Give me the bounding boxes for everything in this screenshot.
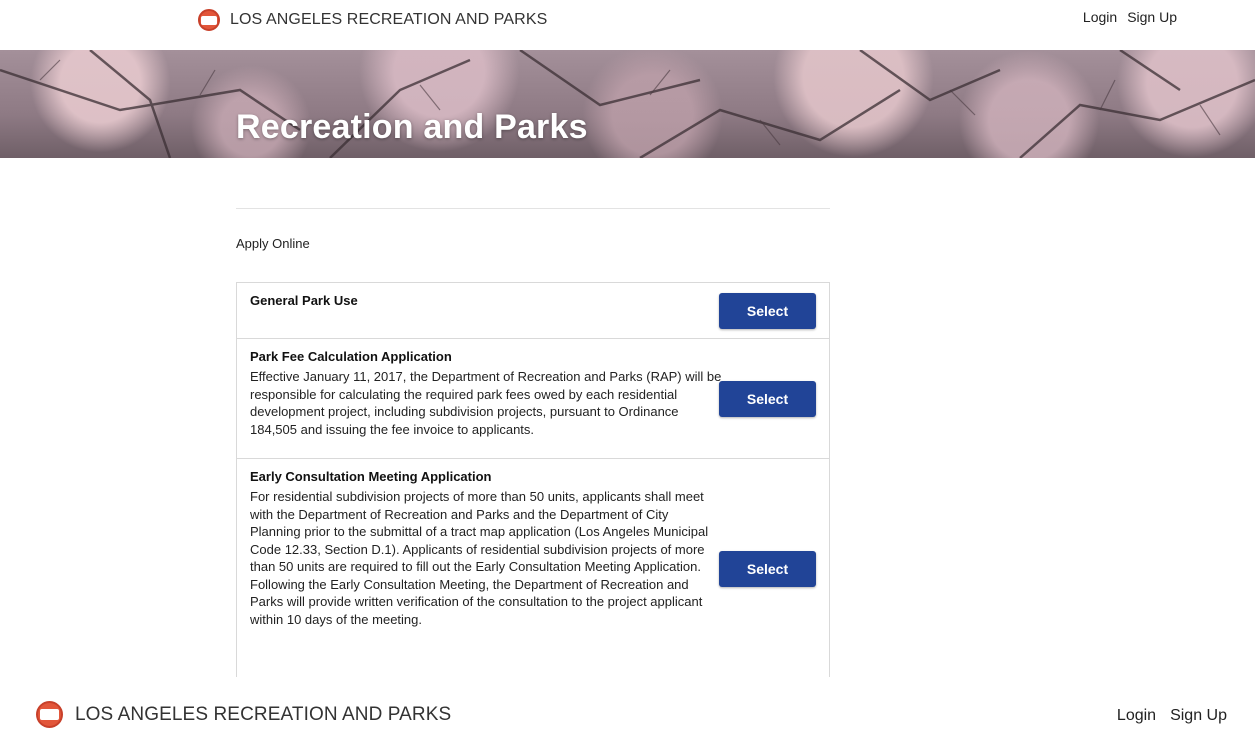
hero-banner: Recreation and Parks [0,50,1255,158]
login-link[interactable]: Login [1083,9,1117,25]
item-title: Park Fee Calculation Application [250,349,452,364]
footer-brand[interactable]: LOS ANGELES RECREATION AND PARKS [36,701,451,728]
content-divider [236,208,830,209]
footer-brand-name: LOS ANGELES RECREATION AND PARKS [75,703,452,725]
application-list: General Park Use Select Park Fee Calcula… [236,282,830,677]
footer-auth-links: Login Sign Up [1117,707,1227,725]
item-description: Effective January 11, 2017, the Departme… [250,369,722,437]
signup-link[interactable]: Sign Up [1127,9,1177,25]
header-auth-links: Login Sign Up [1083,9,1177,25]
footer-signup-link[interactable]: Sign Up [1170,707,1227,725]
list-item-general-park-use: General Park Use Select [237,283,829,339]
select-button-early-consultation[interactable]: Select [719,551,816,587]
page-title: Recreation and Parks [236,108,588,146]
select-button-park-fee-calculation[interactable]: Select [719,381,816,417]
cherry-blossom-branches-icon [0,50,1255,158]
list-item-early-consultation: Early Consultation Meeting Application F… [237,459,829,677]
bottom-header: LOS ANGELES RECREATION AND PARKS Login S… [0,690,1255,750]
item-description: For residential subdivision projects of … [250,489,709,627]
item-title: Early Consultation Meeting Application [250,469,492,484]
header-brand[interactable]: LOS ANGELES RECREATION AND PARKS [198,9,547,31]
rec-parks-logo-icon [198,9,220,31]
apply-online-label: Apply Online [236,236,310,251]
footer-login-link[interactable]: Login [1117,707,1156,725]
select-button-general-park-use[interactable]: Select [719,293,816,329]
list-item-park-fee-calculation: Park Fee Calculation Application Effecti… [237,339,829,459]
top-header: LOS ANGELES RECREATION AND PARKS Login S… [0,0,1255,42]
rec-parks-logo-icon [36,701,63,728]
header-brand-name: LOS ANGELES RECREATION AND PARKS [230,11,548,28]
